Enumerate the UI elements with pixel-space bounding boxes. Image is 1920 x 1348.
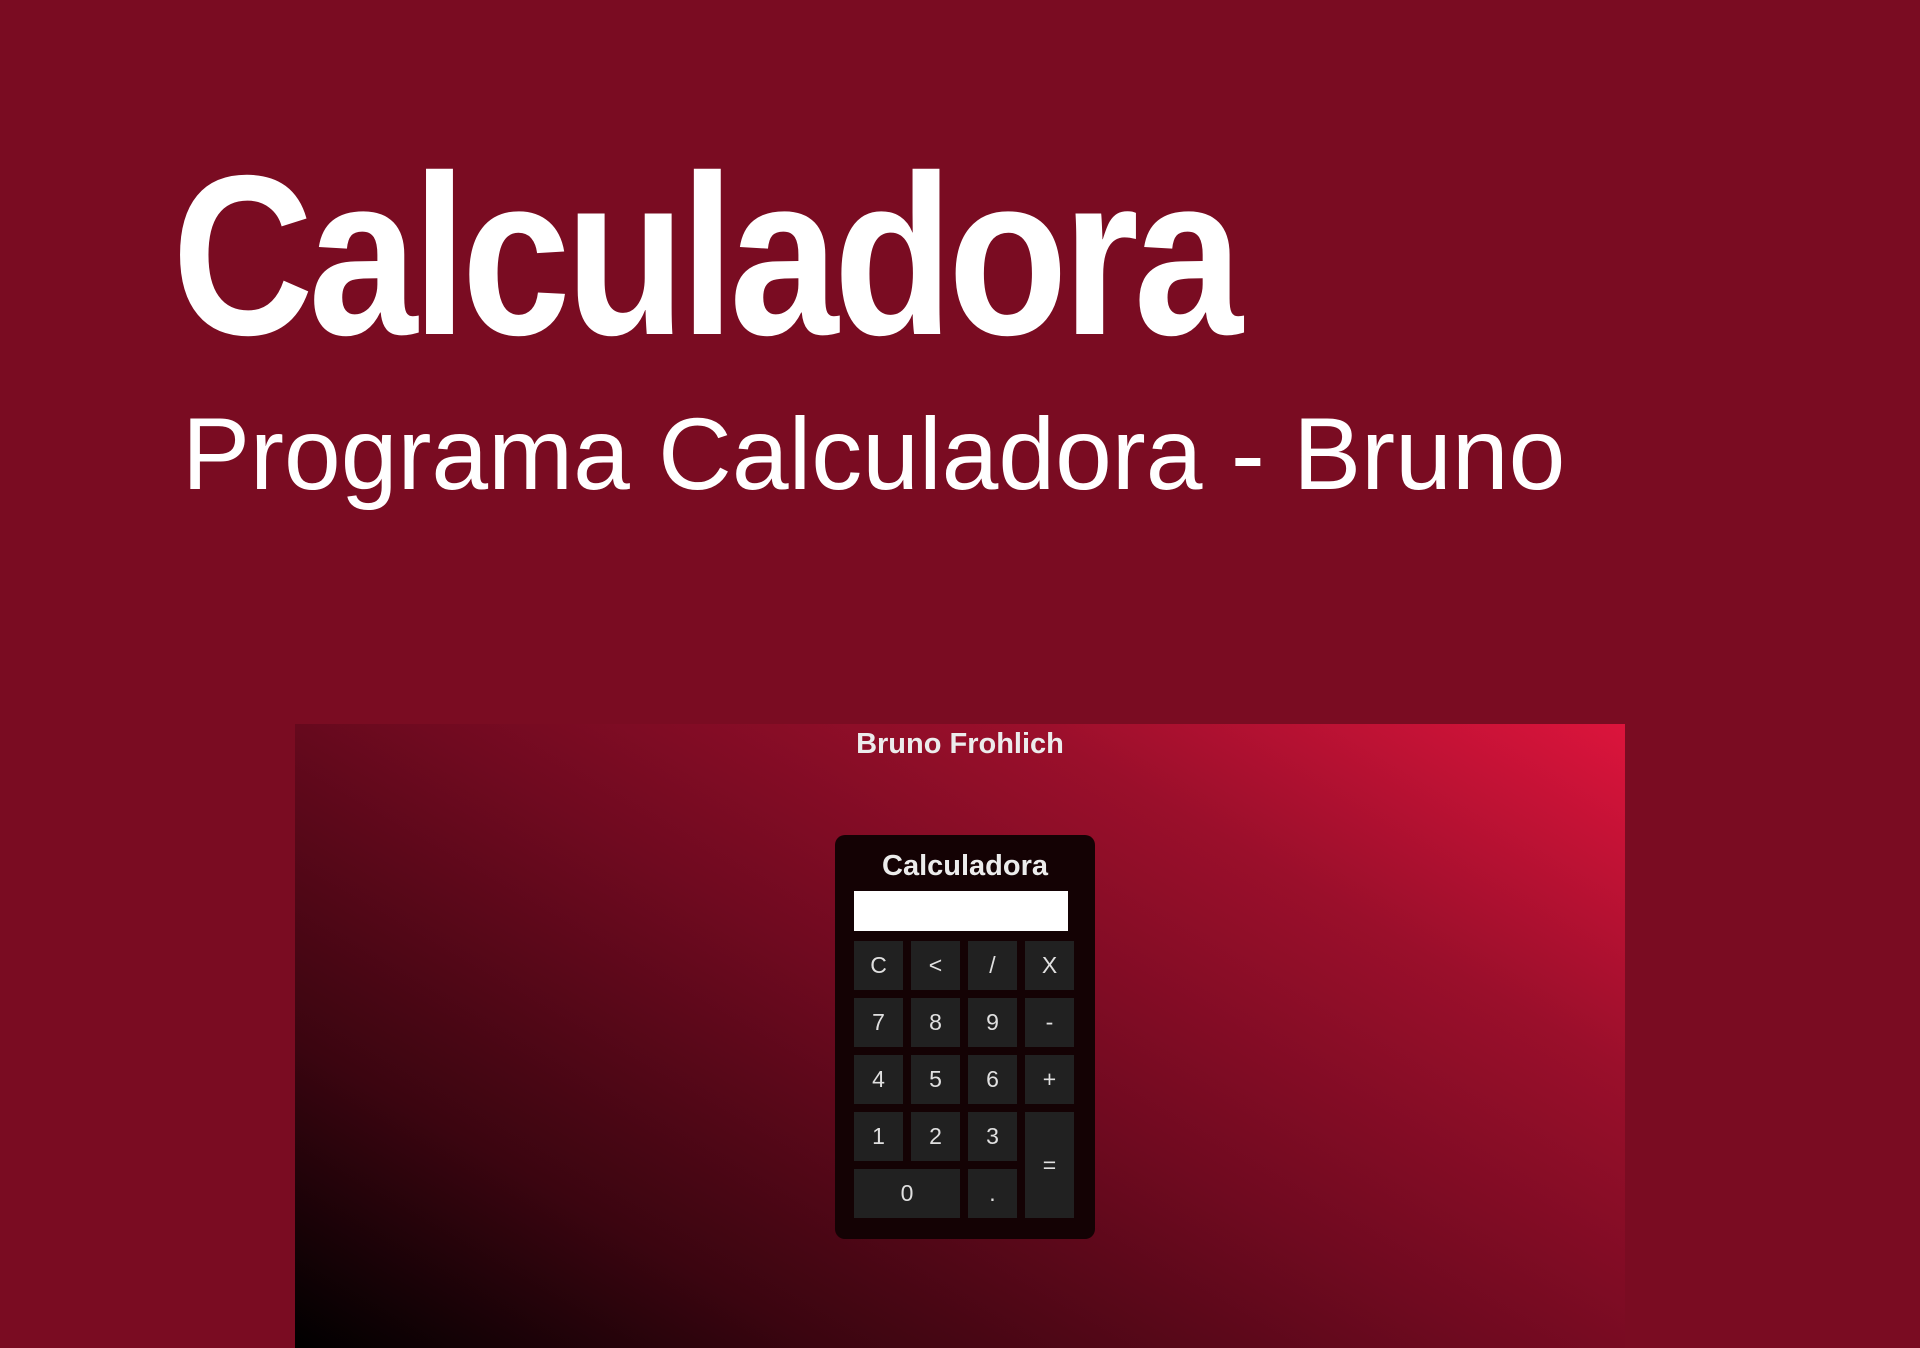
- calculator: Calculadora C < / X 7 8 9 - 4 5 6 + 1 2 …: [835, 835, 1095, 1239]
- digit-1-button[interactable]: 1: [854, 1112, 903, 1161]
- digit-5-button[interactable]: 5: [911, 1055, 960, 1104]
- equals-button[interactable]: =: [1025, 1112, 1074, 1218]
- author-name: Bruno Frohlich: [856, 728, 1064, 760]
- digit-7-button[interactable]: 7: [854, 998, 903, 1047]
- digit-3-button[interactable]: 3: [968, 1112, 1017, 1161]
- page-subtitle: Programa Calculadora - Bruno: [182, 397, 1566, 511]
- multiply-button[interactable]: X: [1025, 941, 1074, 990]
- plus-button[interactable]: +: [1025, 1055, 1074, 1104]
- calculator-display[interactable]: [854, 891, 1068, 931]
- digit-8-button[interactable]: 8: [911, 998, 960, 1047]
- digit-9-button[interactable]: 9: [968, 998, 1017, 1047]
- decimal-button[interactable]: .: [968, 1169, 1017, 1218]
- backspace-button[interactable]: <: [911, 941, 960, 990]
- calculator-title: Calculadora: [882, 850, 1048, 882]
- app-preview: Bruno Frohlich Calculadora C < / X 7 8 9…: [295, 724, 1625, 1348]
- minus-button[interactable]: -: [1025, 998, 1074, 1047]
- digit-2-button[interactable]: 2: [911, 1112, 960, 1161]
- digit-6-button[interactable]: 6: [968, 1055, 1017, 1104]
- divide-button[interactable]: /: [968, 941, 1017, 990]
- digit-4-button[interactable]: 4: [854, 1055, 903, 1104]
- page-title: Calculadora: [172, 129, 1243, 383]
- digit-0-button[interactable]: 0: [854, 1169, 960, 1218]
- clear-button[interactable]: C: [854, 941, 903, 990]
